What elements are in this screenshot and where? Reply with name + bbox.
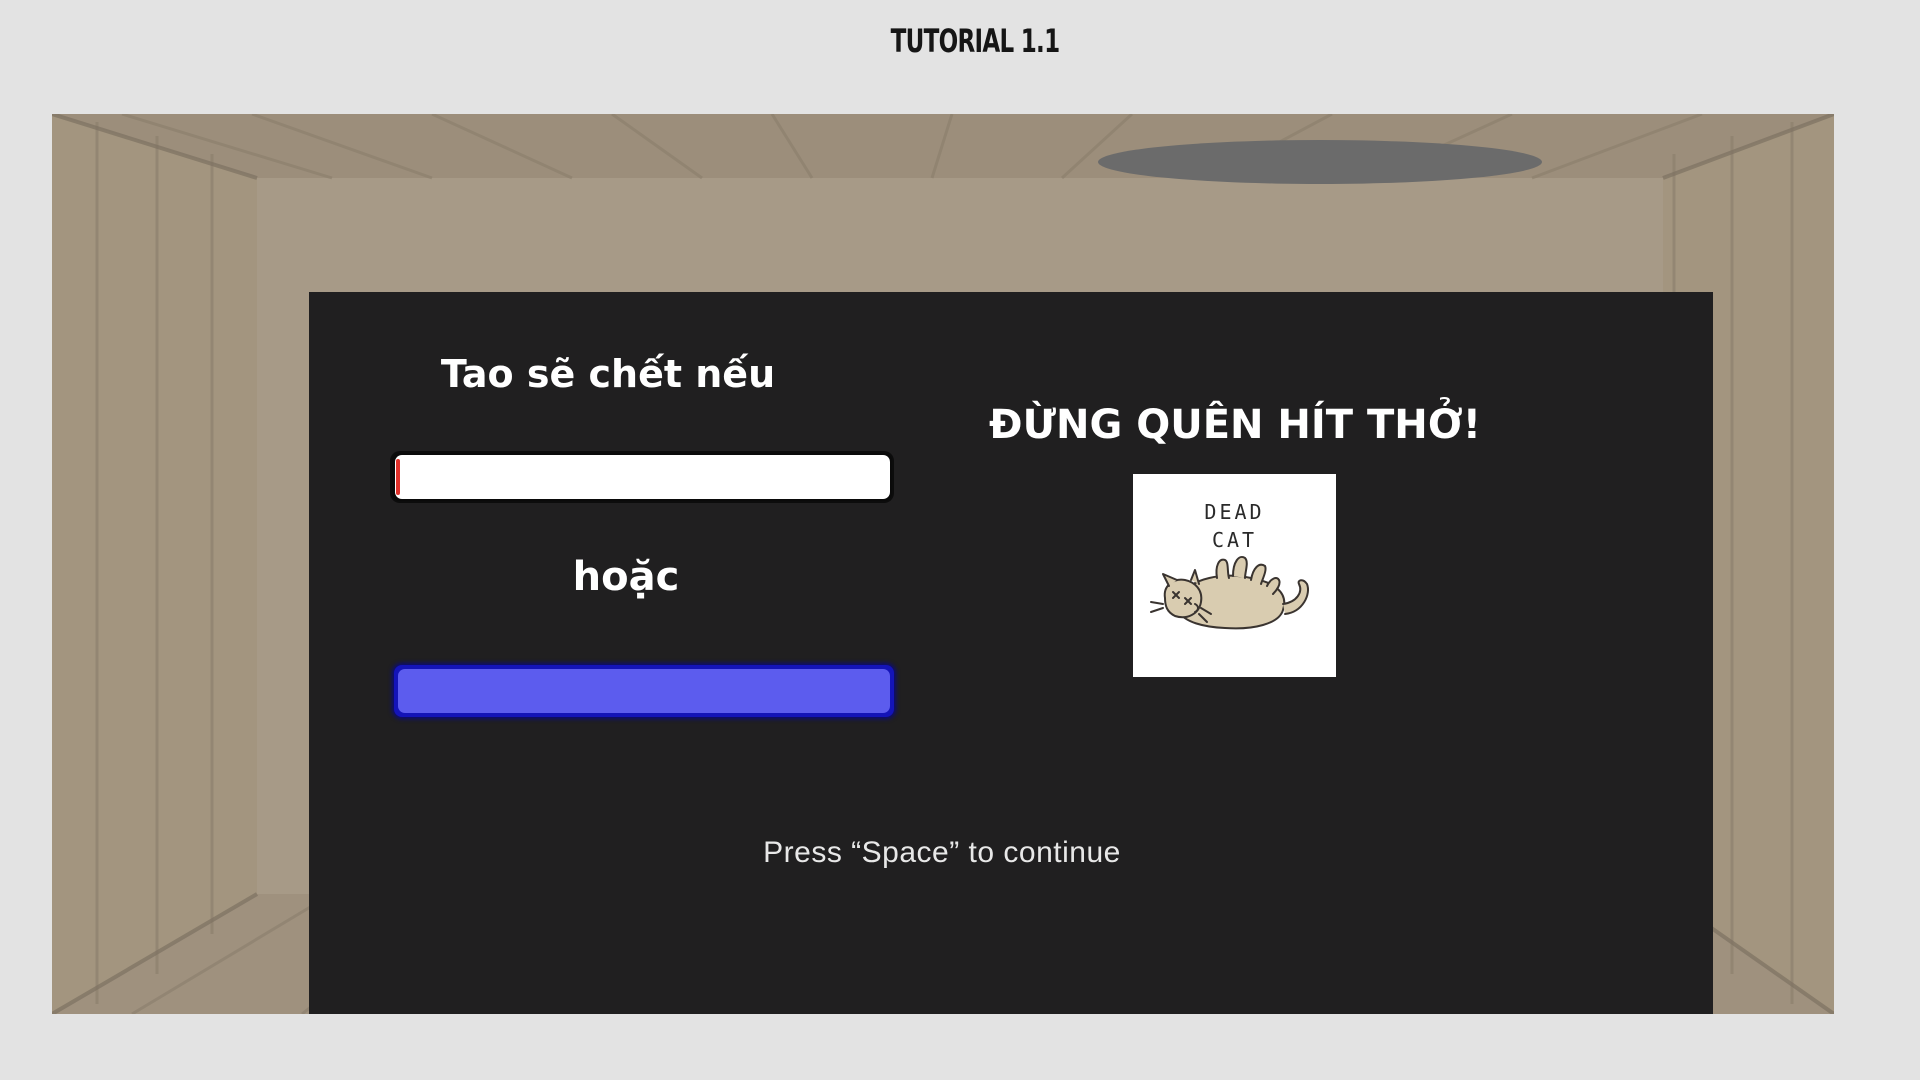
breath-bar <box>392 453 892 501</box>
stamina-bar-fill <box>398 669 890 713</box>
continue-hint: Press “Space” to continue <box>763 836 1121 869</box>
breathe-reminder: ĐỪNG QUÊN HÍT THỞ! <box>989 402 1481 448</box>
dead-cat-card: DEAD CAT <box>1133 474 1336 677</box>
breath-bar-fill <box>395 455 890 499</box>
warning-label: Tao sẽ chết nếu <box>440 352 776 396</box>
page-title: TUTORIAL 1.1 <box>890 22 1060 60</box>
tutorial-panel <box>309 292 1713 1014</box>
breath-bar-marker <box>396 459 400 495</box>
or-label: hoặc <box>572 554 680 600</box>
dead-cat-icon <box>1150 556 1309 630</box>
stamina-bar <box>394 665 894 717</box>
game-scene <box>52 114 1834 1014</box>
tutorial-screen: TUTORIAL 1.1 Tao sẽ chết nếu hoặc ĐỪNG Q… <box>0 0 1920 1080</box>
